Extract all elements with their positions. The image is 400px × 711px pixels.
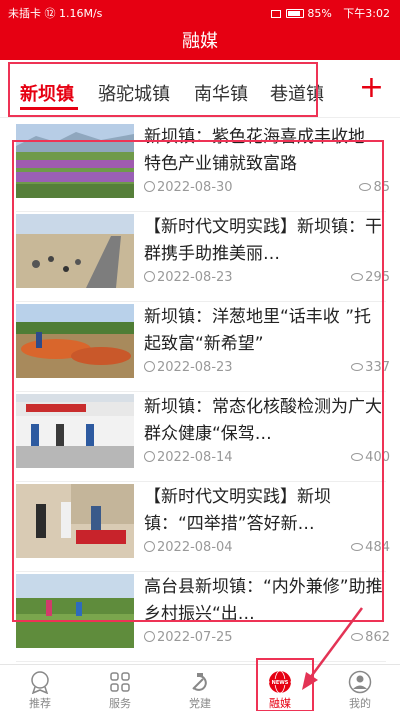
nav-services[interactable]: 服务 xyxy=(80,665,160,711)
status-left: 未插卡 ⑫ 1.16M/s xyxy=(8,7,103,20)
plus-icon[interactable]: + xyxy=(359,70,384,106)
nav-label: 服务 xyxy=(109,697,131,710)
status-time: 下午3:02 xyxy=(343,7,390,20)
annotation-box-list xyxy=(12,140,384,622)
services-icon xyxy=(110,672,130,692)
party-icon xyxy=(192,673,207,691)
nav-label: 党建 xyxy=(189,697,211,710)
battery-level: 85% xyxy=(307,7,332,20)
signal-icon xyxy=(270,10,281,18)
news-date: 2022-07-25 xyxy=(144,630,233,645)
annotation-arrow xyxy=(302,607,364,690)
nav-recommend[interactable]: 推荐 xyxy=(0,665,80,711)
battery-icon xyxy=(286,9,305,18)
nav-party[interactable]: 党建 xyxy=(160,665,240,711)
status-right: 85% 下午3:02 xyxy=(269,5,390,21)
recommend-icon xyxy=(31,671,49,694)
page-title: 融媒 xyxy=(0,24,400,60)
status-bar: 未插卡 ⑫ 1.16M/s 85% 下午3:02 xyxy=(0,0,400,24)
nav-label: 推荐 xyxy=(29,697,51,710)
annotation-box-tabs xyxy=(8,62,318,117)
clock-icon xyxy=(144,631,155,642)
